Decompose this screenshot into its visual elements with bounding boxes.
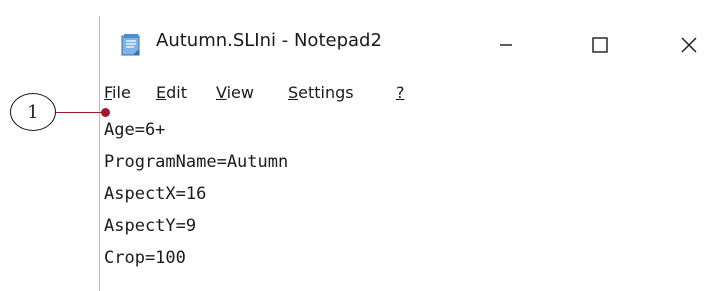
title-bar[interactable]: Autumn.SLIni - Notepad2 — [100, 16, 720, 74]
menu-edit[interactable]: Edit — [156, 83, 187, 102]
close-button[interactable] — [659, 20, 719, 70]
notepad-app-icon — [120, 33, 142, 57]
editor-line: AspectY=9 — [104, 216, 197, 236]
menu-edit-label: dit — [166, 83, 187, 102]
menu-bar: File Edit View Settings ? — [100, 78, 720, 112]
callout-marker: 1 — [10, 93, 56, 131]
menu-help-accel: ? — [396, 83, 405, 102]
menu-view-accel: V — [216, 83, 227, 102]
callout-leader-line — [56, 112, 104, 113]
close-icon — [681, 37, 697, 53]
menu-file[interactable]: File — [104, 83, 131, 102]
notepad-window: Autumn.SLIni - Notepad2 File Edit View S… — [99, 16, 720, 291]
editor-line: Age=6+ — [104, 120, 166, 140]
menu-settings-accel: S — [288, 83, 299, 102]
window-title: Autumn.SLIni - Notepad2 — [156, 30, 382, 51]
editor-line: ProgramName=Autumn — [104, 152, 289, 172]
callout-number: 1 — [27, 101, 39, 123]
menu-help[interactable]: ? — [396, 83, 405, 102]
maximize-button[interactable] — [570, 20, 630, 70]
text-editor[interactable]: Age=6+ ProgramName=Autumn AspectX=16 Asp… — [100, 114, 720, 291]
editor-line: AspectX=16 — [104, 184, 207, 204]
callout-pointer-dot — [101, 108, 110, 117]
minimize-button[interactable] — [476, 20, 536, 70]
menu-view[interactable]: View — [216, 83, 254, 102]
menu-edit-accel: E — [156, 83, 167, 102]
figure: Autumn.SLIni - Notepad2 File Edit View S… — [0, 0, 720, 291]
menu-view-label: iew — [226, 83, 254, 102]
maximize-icon — [592, 37, 608, 53]
minimize-icon — [500, 44, 512, 46]
editor-line: Crop=100 — [104, 248, 186, 268]
menu-file-label: ile — [112, 83, 131, 102]
menu-file-accel: F — [104, 83, 113, 102]
menu-settings[interactable]: Settings — [288, 83, 354, 102]
menu-settings-label: ettings — [298, 83, 354, 102]
